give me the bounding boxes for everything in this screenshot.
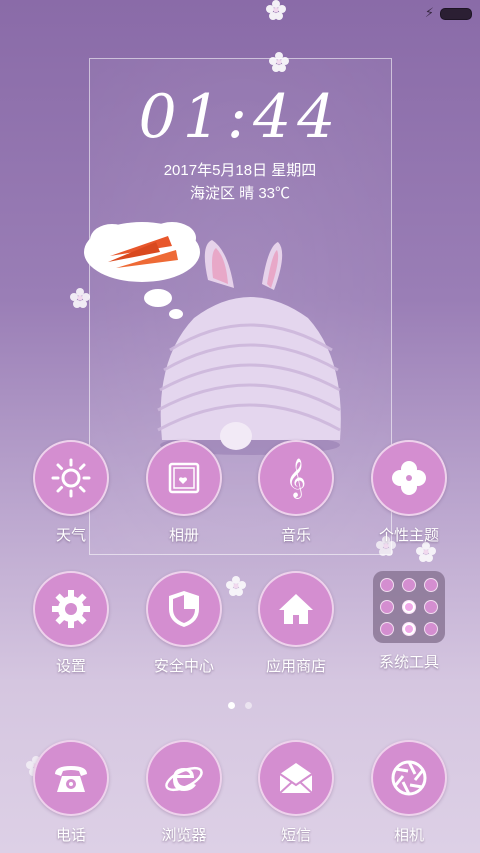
mini-app-icon xyxy=(402,600,416,614)
mini-app-icon xyxy=(424,600,438,614)
app-security-center[interactable]: 安全中心 xyxy=(132,571,236,676)
mini-app-icon xyxy=(424,578,438,592)
envelope-icon[interactable] xyxy=(258,740,334,816)
photo-album-icon[interactable] xyxy=(146,440,222,516)
flower-icon xyxy=(266,0,286,20)
app-weather[interactable]: 天气 xyxy=(19,440,123,545)
camera-aperture-icon[interactable] xyxy=(371,740,447,816)
treble-clef-icon[interactable]: 𝄞 xyxy=(258,440,334,516)
mini-app-icon xyxy=(402,622,416,636)
app-store[interactable]: 应用商店 xyxy=(244,571,348,676)
folder-icon[interactable] xyxy=(373,571,445,643)
app-label: 设置 xyxy=(55,658,86,675)
app-settings[interactable]: 设置 xyxy=(19,571,123,676)
app-phone[interactable]: 电话 xyxy=(19,740,123,845)
app-folder-system-tools[interactable]: 系统工具 xyxy=(357,571,461,672)
app-label: 相册 xyxy=(168,527,199,544)
app-label: 天气 xyxy=(55,527,86,544)
app-themes[interactable]: 个性主题 xyxy=(357,440,461,545)
dock: 电话 浏览器 短信 相机 xyxy=(0,740,480,850)
app-music[interactable]: 𝄞 音乐 xyxy=(244,440,348,545)
house-icon[interactable] xyxy=(258,571,334,647)
app-browser[interactable]: 浏览器 xyxy=(132,740,236,845)
clock-date: 2017年5月18日 星期四 xyxy=(163,162,317,179)
page-dot-active[interactable] xyxy=(228,702,235,709)
app-label: 应用商店 xyxy=(265,658,326,675)
clover-icon[interactable] xyxy=(371,440,447,516)
app-album[interactable]: 相册 xyxy=(132,440,236,545)
page-indicator xyxy=(0,702,480,709)
browser-e-icon[interactable] xyxy=(146,740,222,816)
mini-app-icon xyxy=(380,578,394,592)
app-label: 安全中心 xyxy=(153,658,214,675)
sun-icon[interactable] xyxy=(33,440,109,516)
app-row-1: 天气 相册 𝄞 音乐 个性主题 xyxy=(0,440,480,550)
mini-app-icon xyxy=(402,578,416,592)
shield-icon[interactable] xyxy=(146,571,222,647)
app-label: 系统工具 xyxy=(378,654,439,671)
weather-summary[interactable]: 海淀区 晴 33℃ xyxy=(0,182,480,203)
mini-app-icon xyxy=(380,622,394,636)
app-label: 短信 xyxy=(280,827,311,844)
app-label: 电话 xyxy=(55,827,86,844)
clock-time[interactable]: 01:44 xyxy=(0,82,480,152)
telephone-icon[interactable] xyxy=(33,740,109,816)
app-label: 个性主题 xyxy=(378,527,439,544)
app-messages[interactable]: 短信 xyxy=(244,740,348,845)
gear-icon[interactable] xyxy=(33,571,109,647)
app-camera[interactable]: 相机 xyxy=(357,740,461,845)
battery-icon xyxy=(440,7,472,20)
page-dot[interactable] xyxy=(245,702,252,709)
carrot-thought-bubble xyxy=(84,222,200,319)
status-bar: ⚡ xyxy=(425,6,472,21)
lightning-icon: ⚡ xyxy=(424,6,434,21)
app-row-2: 设置 安全中心 应用商店 系统工具 xyxy=(0,571,480,681)
mini-app-icon xyxy=(424,622,438,636)
app-label: 浏览器 xyxy=(161,827,207,844)
app-label: 音乐 xyxy=(280,527,311,544)
mini-app-icon xyxy=(380,600,394,614)
app-label: 相机 xyxy=(393,827,424,844)
